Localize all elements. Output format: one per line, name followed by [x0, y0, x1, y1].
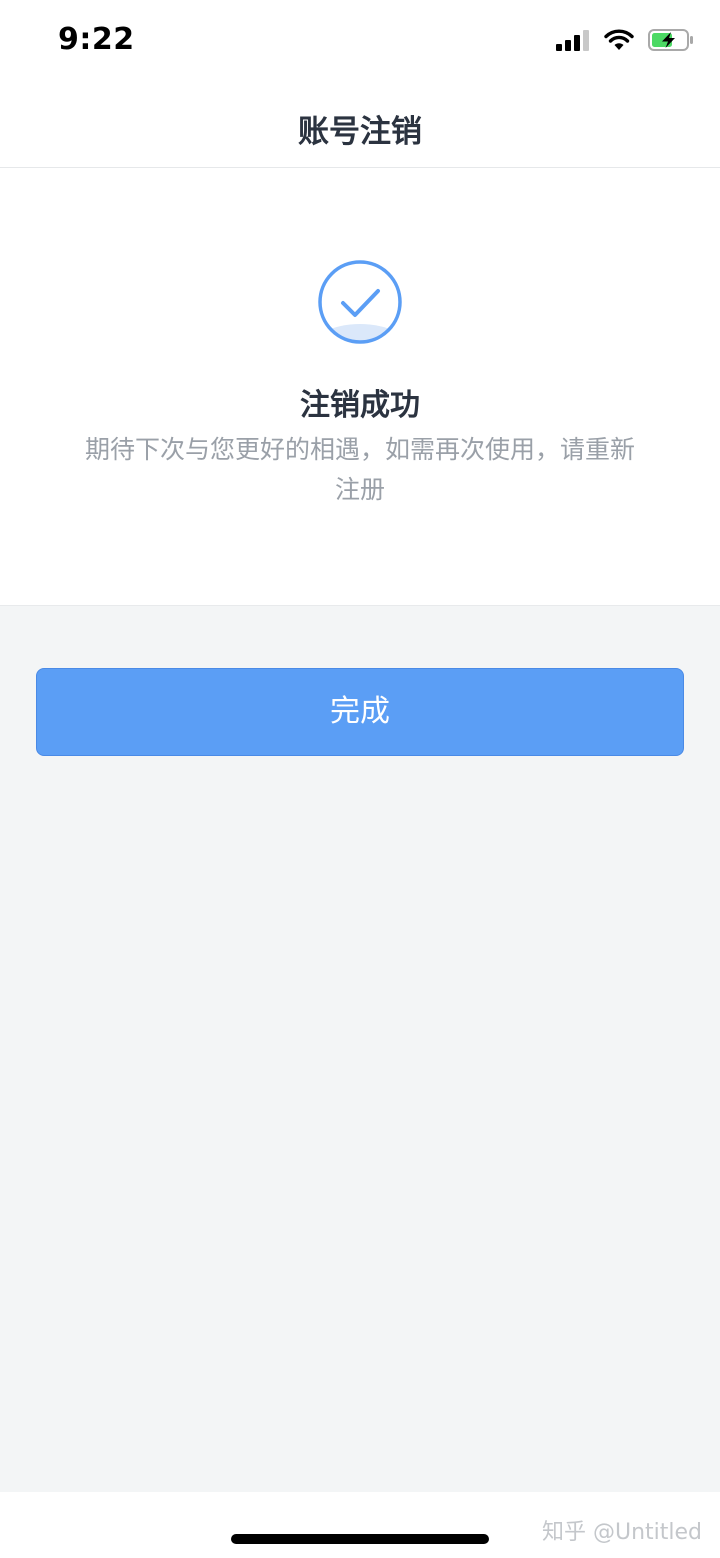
watermark: 知乎 @Untitled: [541, 1520, 702, 1545]
result-title: 注销成功: [300, 388, 420, 423]
result-description: 期待下次与您更好的相遇，如需再次使用，请重新注册: [84, 435, 635, 504]
home-indicator[interactable]: [231, 1534, 489, 1544]
status-icons: [556, 28, 694, 56]
result-panel: 注销成功 期待下次与您更好的相遇，如需再次使用，请重新注册: [0, 168, 720, 606]
nav-bar: 账号注销: [0, 86, 720, 168]
check-circle-icon: [316, 258, 404, 346]
home-area: 知乎 @Untitled: [0, 1492, 720, 1558]
status-time: 9:22: [58, 22, 135, 57]
status-bar: 9:22: [0, 0, 720, 86]
battery-charging-icon: [648, 28, 694, 56]
signal-icon: [556, 29, 590, 55]
done-button[interactable]: 完成: [36, 668, 684, 756]
page-title: 账号注销: [298, 114, 422, 150]
wifi-icon: [604, 29, 634, 55]
